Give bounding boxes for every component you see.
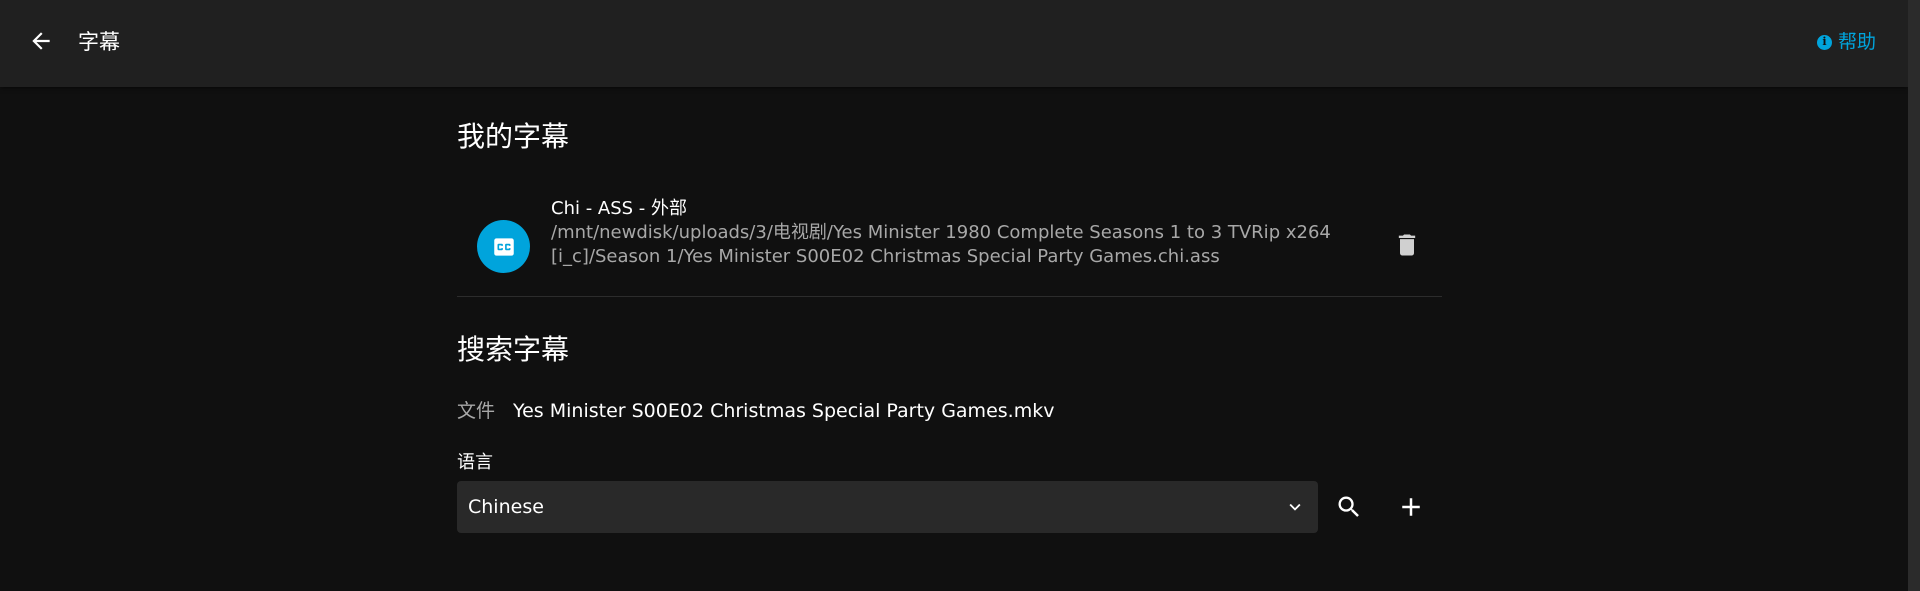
language-select-value: Chinese bbox=[468, 496, 544, 518]
page-scrollbar[interactable] bbox=[1908, 0, 1920, 591]
subtitle-path: /mnt/newdisk/uploads/3/电视剧/Yes Minister … bbox=[551, 222, 1331, 267]
info-icon: i bbox=[1816, 34, 1832, 50]
search-button[interactable] bbox=[1327, 485, 1371, 529]
closed-captions-icon bbox=[477, 220, 530, 273]
language-label: 语言 bbox=[457, 452, 493, 473]
subtitle-details: Chi - ASS - 外部 /mnt/newdisk/uploads/3/电视… bbox=[551, 197, 1341, 269]
language-select[interactable]: Chinese bbox=[457, 481, 1318, 533]
chevron-down-icon bbox=[1289, 503, 1301, 511]
plus-icon bbox=[1402, 498, 1420, 516]
file-name: Yes Minister S00E02 Christmas Special Pa… bbox=[513, 400, 1055, 422]
subtitle-name: Chi - ASS - 外部 bbox=[551, 198, 688, 219]
top-app-bar: 字幕 i 帮助 bbox=[0, 0, 1908, 87]
trash-icon bbox=[1398, 234, 1416, 256]
help-link[interactable]: i 帮助 bbox=[1816, 30, 1876, 54]
my-subtitles-heading: 我的字幕 bbox=[457, 120, 570, 153]
help-label: 帮助 bbox=[1837, 31, 1876, 53]
page-title: 字幕 bbox=[78, 30, 120, 54]
search-icon bbox=[1338, 496, 1359, 517]
file-label: 文件 bbox=[457, 400, 496, 422]
search-subtitles-heading: 搜索字幕 bbox=[457, 333, 570, 366]
subtitles-page: 字幕 i 帮助 我的字幕 Chi - ASS - 外部 /mnt/newdisk… bbox=[0, 0, 1920, 591]
arrow-left-icon bbox=[32, 32, 50, 50]
file-info-row: 文件 Yes Minister S00E02 Christmas Special… bbox=[457, 398, 1054, 424]
back-button[interactable] bbox=[22, 22, 60, 60]
add-subtitle-button[interactable] bbox=[1389, 485, 1433, 529]
delete-subtitle-button[interactable] bbox=[1389, 227, 1425, 263]
subtitle-list-item: Chi - ASS - 外部 /mnt/newdisk/uploads/3/电视… bbox=[457, 197, 1442, 297]
